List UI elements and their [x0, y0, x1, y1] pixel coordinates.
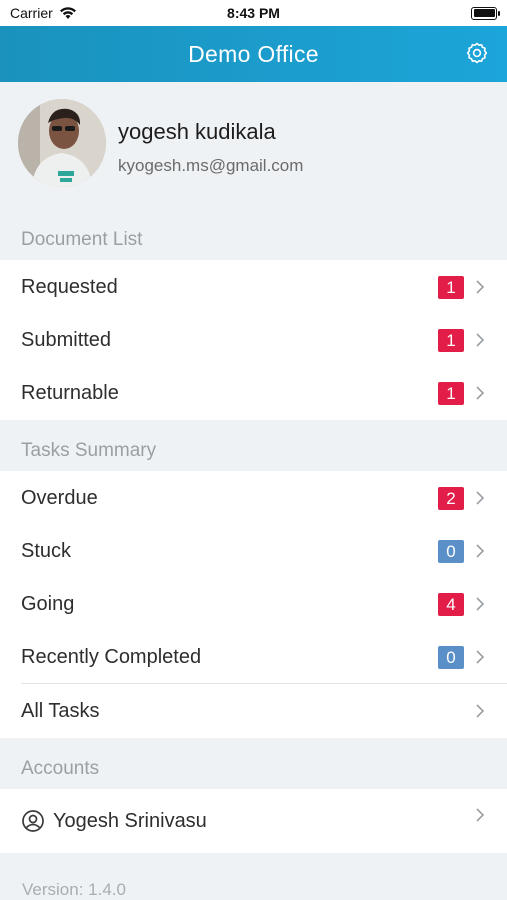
count-badge: 2 — [438, 486, 464, 510]
chevron-right-icon — [476, 544, 485, 558]
list-item-label: Going — [21, 592, 75, 615]
list-item-recently-completed[interactable]: Recently Completed 0 — [0, 630, 507, 684]
list-item-overdue[interactable]: Overdue 2 — [0, 471, 507, 525]
count-badge: 1 — [438, 328, 464, 352]
section-header-tasks-summary: Tasks Summary — [21, 440, 157, 461]
count-badge: 4 — [438, 592, 464, 616]
user-circle-icon — [22, 810, 44, 832]
navigation-bar: Demo Office — [0, 26, 507, 82]
list-item-label: Overdue — [21, 486, 98, 509]
list-item-stuck[interactable]: Stuck 0 — [0, 524, 507, 578]
avatar[interactable] — [18, 99, 106, 187]
wifi-icon — [59, 7, 76, 19]
chevron-right-icon — [476, 280, 485, 294]
count-badge: 0 — [438, 539, 464, 563]
list-item-label: All Tasks — [21, 699, 100, 722]
count-badge: 1 — [438, 381, 464, 405]
profile-header: yogesh kudikala kyogesh.ms@gmail.com — [0, 82, 507, 204]
profile-email: kyogesh.ms@gmail.com — [118, 156, 304, 175]
list-item-label: Stuck — [21, 539, 72, 562]
count-badge: 1 — [438, 275, 464, 299]
list-item-returnable[interactable]: Returnable 1 — [0, 366, 507, 420]
count-badge: 0 — [438, 645, 464, 669]
account-label-group: Yogesh Srinivasu — [21, 809, 474, 833]
chevron-right-icon — [476, 386, 485, 400]
list-item-label: Returnable — [21, 381, 119, 404]
list-item-going[interactable]: Going 4 — [0, 577, 507, 631]
section-header-document-list: Document List — [21, 229, 143, 250]
battery-icon — [471, 6, 500, 20]
profile-name: yogesh kudikala — [118, 119, 276, 144]
page-title: Demo Office — [188, 40, 319, 67]
list-item-label: Requested — [21, 275, 118, 298]
chevron-right-icon — [476, 808, 485, 822]
chevron-right-icon — [476, 597, 485, 611]
chevron-right-icon — [476, 650, 485, 664]
carrier-group: Carrier — [10, 5, 77, 21]
status-bar: Carrier 8:43 PM — [0, 0, 507, 26]
gear-icon[interactable] — [465, 41, 489, 65]
chevron-right-icon — [476, 491, 485, 505]
account-name: Yogesh Srinivasu — [53, 809, 207, 832]
list-item-submitted[interactable]: Submitted 1 — [0, 313, 507, 367]
account-item[interactable]: Yogesh Srinivasu — [0, 789, 507, 853]
version-label: Version: 1.4.0 — [22, 880, 126, 899]
list-item-all-tasks[interactable]: All Tasks — [0, 684, 507, 738]
carrier-label: Carrier — [10, 5, 53, 21]
list-item-requested[interactable]: Requested 1 — [0, 260, 507, 314]
chevron-right-icon — [476, 704, 485, 718]
list-item-label: Recently Completed — [21, 645, 202, 668]
chevron-right-icon — [476, 333, 485, 347]
list-item-label: Submitted — [21, 328, 112, 351]
section-header-accounts: Accounts — [21, 758, 100, 779]
